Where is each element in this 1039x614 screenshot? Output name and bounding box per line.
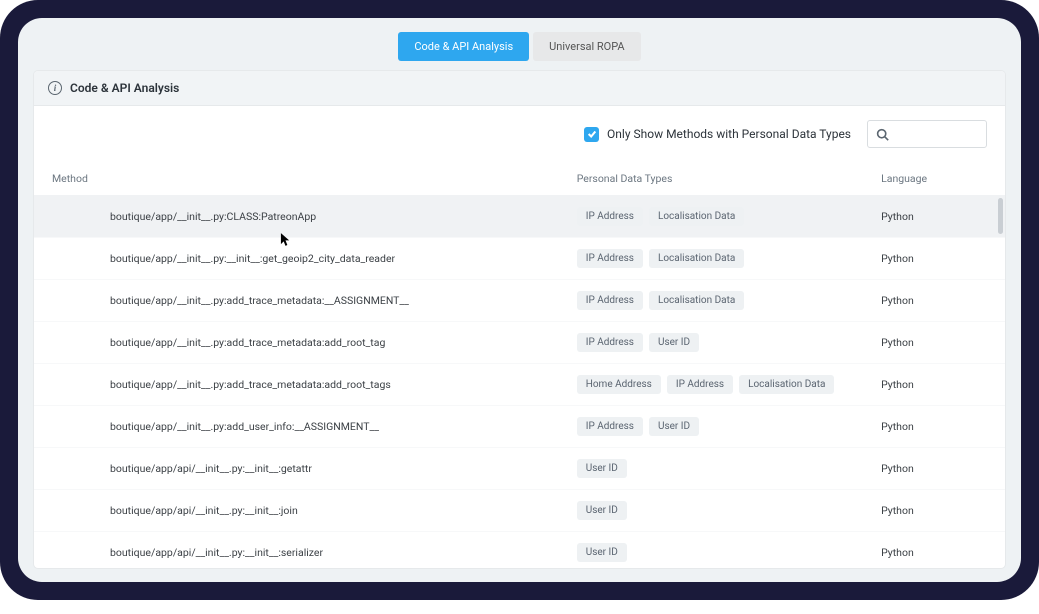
method-cell: boutique/app/__init__.py:add_trace_metad… xyxy=(52,294,577,307)
language-cell: Python xyxy=(839,420,989,433)
tab-universal-ropa[interactable]: Universal ROPA xyxy=(533,32,641,61)
data-type-tag[interactable]: User ID xyxy=(649,333,699,352)
language-cell: Python xyxy=(839,252,989,265)
scrollbar-thumb[interactable] xyxy=(998,198,1003,234)
tags-cell: IP Address User ID xyxy=(577,417,839,436)
tags-cell: User ID xyxy=(577,543,839,562)
column-header-types[interactable]: Personal Data Types xyxy=(577,172,839,185)
data-type-tag[interactable]: IP Address xyxy=(577,207,643,226)
data-type-tag[interactable]: Localisation Data xyxy=(649,207,744,226)
data-type-tag[interactable]: User ID xyxy=(649,417,699,436)
tags-cell: IP Address Localisation Data xyxy=(577,207,839,226)
data-type-tag[interactable]: IP Address xyxy=(667,375,733,394)
checkbox-icon xyxy=(584,127,599,142)
data-type-tag[interactable]: IP Address xyxy=(577,417,643,436)
table-row[interactable]: boutique/app/__init__.py:add_user_info:_… xyxy=(34,406,1005,448)
tags-cell: IP Address Localisation Data xyxy=(577,249,839,268)
tab-code-api-analysis[interactable]: Code & API Analysis xyxy=(398,32,529,61)
search-input[interactable] xyxy=(867,120,987,148)
method-cell: boutique/app/__init__.py:CLASS:PatreonAp… xyxy=(52,210,577,223)
tags-cell: User ID xyxy=(577,459,839,478)
device-screen: Code & API Analysis Universal ROPA i Cod… xyxy=(18,18,1021,582)
table-row[interactable]: boutique/app/__init__.py:CLASS:PatreonAp… xyxy=(34,196,1005,238)
table-row[interactable]: boutique/app/__init__.py:__init__:get_ge… xyxy=(34,238,1005,280)
table-row[interactable]: boutique/app/api/__init__.py:__init__:jo… xyxy=(34,490,1005,532)
language-cell: Python xyxy=(839,462,989,475)
language-cell: Python xyxy=(839,336,989,349)
table-row[interactable]: boutique/app/__init__.py:add_trace_metad… xyxy=(34,364,1005,406)
device-frame: Code & API Analysis Universal ROPA i Cod… xyxy=(0,0,1039,600)
tags-cell: Home Address IP Address Localisation Data xyxy=(577,375,839,394)
data-type-tag[interactable]: User ID xyxy=(577,459,627,478)
method-cell: boutique/app/__init__.py:add_user_info:_… xyxy=(52,420,577,433)
data-type-tag[interactable]: Localisation Data xyxy=(649,291,744,310)
data-type-tag[interactable]: Localisation Data xyxy=(739,375,834,394)
tags-cell: IP Address User ID xyxy=(577,333,839,352)
tags-cell: IP Address Localisation Data xyxy=(577,291,839,310)
table-row[interactable]: boutique/app/api/__init__.py:__init__:ge… xyxy=(34,448,1005,490)
main-panel: i Code & API Analysis Only Show Methods … xyxy=(34,71,1005,568)
column-header-language[interactable]: Language xyxy=(839,172,989,185)
data-type-tag[interactable]: IP Address xyxy=(577,291,643,310)
language-cell: Python xyxy=(839,546,989,559)
methods-table: Method Personal Data Types Language bout… xyxy=(34,162,1005,568)
tags-cell: User ID xyxy=(577,501,839,520)
data-type-tag[interactable]: IP Address xyxy=(577,249,643,268)
filter-personal-data-checkbox[interactable]: Only Show Methods with Personal Data Typ… xyxy=(584,127,851,142)
table-row[interactable]: boutique/app/api/__init__.py:__init__:se… xyxy=(34,532,1005,568)
data-type-tag[interactable]: User ID xyxy=(577,543,627,562)
panel-header: i Code & API Analysis xyxy=(34,71,1005,106)
method-cell: boutique/app/__init__.py:add_trace_metad… xyxy=(52,378,577,391)
tabs-bar: Code & API Analysis Universal ROPA xyxy=(34,32,1005,61)
info-icon: i xyxy=(48,81,62,95)
language-cell: Python xyxy=(839,210,989,223)
method-cell: boutique/app/api/__init__.py:__init__:ge… xyxy=(52,462,577,475)
language-cell: Python xyxy=(839,378,989,391)
search-icon xyxy=(876,128,889,141)
language-cell: Python xyxy=(839,294,989,307)
panel-title: Code & API Analysis xyxy=(70,81,179,95)
language-cell: Python xyxy=(839,504,989,517)
method-cell: boutique/app/api/__init__.py:__init__:jo… xyxy=(52,504,577,517)
method-cell: boutique/app/__init__.py:add_trace_metad… xyxy=(52,336,577,349)
filter-row: Only Show Methods with Personal Data Typ… xyxy=(34,106,1005,162)
method-cell: boutique/app/api/__init__.py:__init__:se… xyxy=(52,546,577,559)
table-header-row: Method Personal Data Types Language xyxy=(34,162,1005,196)
data-type-tag[interactable]: User ID xyxy=(577,501,627,520)
data-type-tag[interactable]: Home Address xyxy=(577,375,661,394)
table-row[interactable]: boutique/app/__init__.py:add_trace_metad… xyxy=(34,280,1005,322)
data-type-tag[interactable]: IP Address xyxy=(577,333,643,352)
method-cell: boutique/app/__init__.py:__init__:get_ge… xyxy=(52,252,577,265)
column-header-method[interactable]: Method xyxy=(52,172,577,185)
filter-label: Only Show Methods with Personal Data Typ… xyxy=(607,127,851,141)
data-type-tag[interactable]: Localisation Data xyxy=(649,249,744,268)
table-row[interactable]: boutique/app/__init__.py:add_trace_metad… xyxy=(34,322,1005,364)
